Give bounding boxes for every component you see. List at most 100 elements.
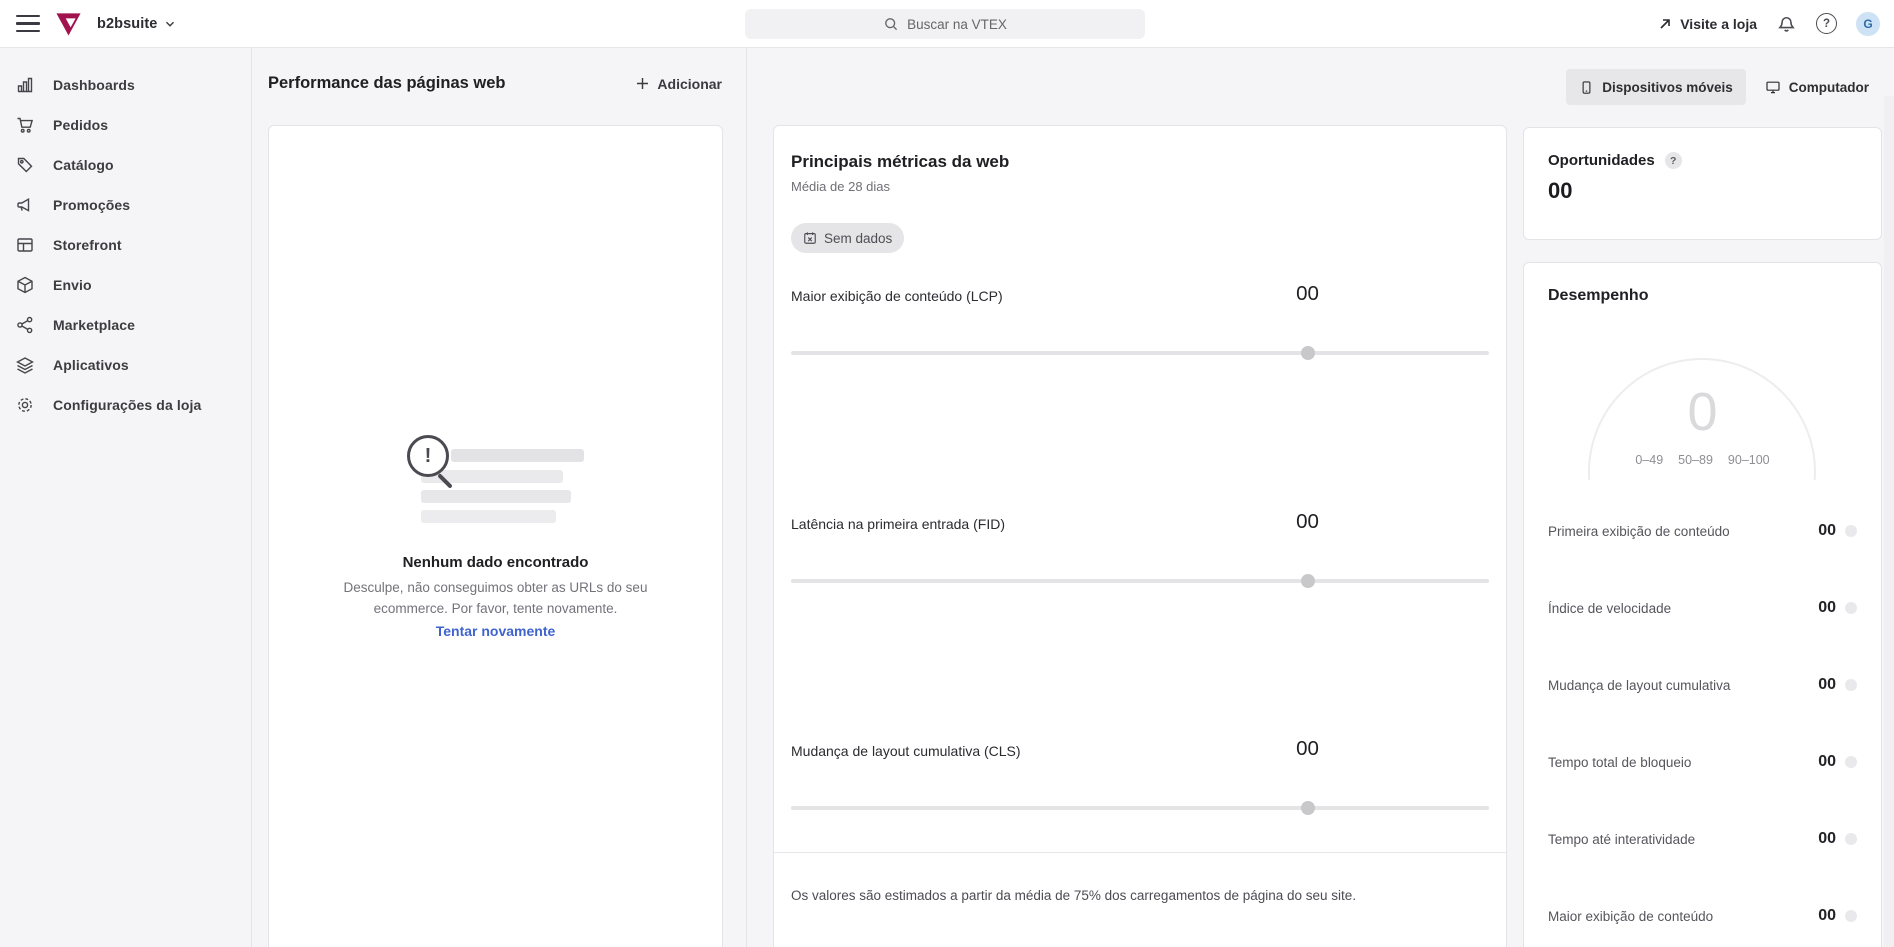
layout-icon — [15, 235, 35, 255]
gauge-value: 0 — [1687, 382, 1718, 442]
menu-icon[interactable] — [16, 14, 40, 33]
perf-row-lcp: Maior exibição de conteúdo 00 — [1548, 902, 1857, 930]
account-name: b2bsuite — [97, 15, 158, 32]
sidebar-item-label: Marketplace — [53, 317, 136, 333]
status-dot-icon — [1845, 910, 1857, 922]
empty-state-card: ! Nenhum dado encontrado Desculpe, não c… — [268, 125, 723, 947]
sidebar-item-pedidos[interactable]: Pedidos — [0, 105, 251, 145]
panel-title: Performance das páginas web — [268, 74, 506, 92]
sidebar-item-catalogo[interactable]: Catálogo — [0, 145, 251, 185]
perf-row-cls: Mudança de layout cumulativa 00 — [1548, 671, 1857, 699]
metric-label: Maior exibição de conteúdo (LCP) — [791, 288, 1003, 304]
sidebar-item-dashboards[interactable]: Dashboards — [0, 65, 251, 105]
card-title: Oportunidades — [1548, 152, 1655, 169]
divider — [774, 852, 1506, 853]
slider-handle[interactable] — [1300, 801, 1315, 815]
box-icon — [15, 275, 35, 295]
visit-store-label: Visite a loja — [1680, 15, 1757, 32]
visit-store-link[interactable]: Visite a loja — [1657, 16, 1757, 32]
status-dot-icon — [1845, 525, 1857, 537]
chevron-down-icon — [163, 17, 177, 31]
empty-state-title: Nenhum dado encontrado — [402, 554, 589, 571]
tag-icon — [15, 155, 35, 175]
metric-lcp: Maior exibição de conteúdo (LCP) 00 — [791, 282, 1489, 384]
status-dot-icon — [1845, 833, 1857, 845]
legend-range-high: 90–100 — [1727, 453, 1770, 467]
sidebar-item-label: Promoções — [53, 197, 131, 213]
metric-slider — [791, 801, 1489, 815]
slider-handle[interactable] — [1300, 574, 1315, 588]
avatar[interactable]: G — [1856, 11, 1880, 36]
card-subtitle: Média de 28 dias — [791, 179, 891, 194]
megaphone-icon — [15, 195, 35, 215]
help-icon[interactable]: ? — [1664, 152, 1682, 169]
gear-icon — [15, 395, 35, 415]
legend-range-mid: 50–89 — [1678, 453, 1713, 467]
empty-state-description: Desculpe, não conseguimos obter as URLs … — [343, 580, 648, 616]
calendar-x-icon — [803, 231, 817, 245]
search-placeholder: Buscar na VTEX — [907, 16, 1007, 32]
perf-row-speed-index: Índice de velocidade 00 — [1548, 594, 1857, 622]
metric-label: Latência na primeira entrada (FID) — [791, 516, 1005, 532]
slider-track — [791, 806, 1489, 810]
metric-cls: Mudança de layout cumulativa (CLS) 00 — [791, 737, 1489, 839]
no-data-illustration: ! — [401, 431, 596, 527]
share-icon — [15, 315, 35, 335]
sidebar-item-label: Configurações da loja — [53, 397, 202, 413]
metric-slider — [791, 574, 1489, 588]
toggle-desktop-button[interactable]: Computador — [1752, 69, 1882, 105]
metric-value: 00 — [1296, 510, 1319, 533]
metric-value: 00 — [1296, 282, 1319, 305]
plus-icon — [634, 75, 651, 92]
bar-chart-icon — [15, 75, 35, 95]
arrow-up-right-icon — [1657, 16, 1673, 32]
status-dot-icon — [1845, 756, 1857, 768]
no-data-badge: Sem dados — [791, 223, 905, 253]
card-title: Desempenho — [1548, 287, 1649, 304]
sidebar-item-configuracoes[interactable]: Configurações da loja — [0, 385, 251, 425]
sidebar-item-label: Catálogo — [53, 157, 114, 173]
retry-link[interactable]: Tentar novamente — [269, 623, 722, 639]
help-icon[interactable]: ? — [1816, 13, 1837, 34]
cart-icon — [15, 115, 35, 135]
toggle-mobile-button[interactable]: Dispositivos móveis — [1566, 69, 1746, 105]
perf-row-fcp: Primeira exibição de conteúdo 00 — [1548, 517, 1857, 545]
sidebar-item-label: Envio — [53, 277, 92, 293]
slider-track — [791, 351, 1489, 355]
metric-fid: Latência na primeira entrada (FID) 00 — [791, 510, 1489, 612]
main-content: Dispositivos móveis Computador Principai… — [748, 48, 1894, 947]
sidebar-item-promocoes[interactable]: Promoções — [0, 185, 251, 225]
search-input[interactable]: Buscar na VTEX — [745, 9, 1145, 39]
performance-card: Desempenho 0 0–49 50–89 90–100 Primeira … — [1523, 262, 1882, 947]
account-switcher[interactable]: b2bsuite — [97, 16, 177, 32]
legend-range-low: 0–49 — [1635, 453, 1664, 467]
sidebar-item-marketplace[interactable]: Marketplace — [0, 305, 251, 345]
sidebar-item-label: Pedidos — [53, 117, 109, 133]
slider-track — [791, 579, 1489, 583]
sidebar-item-label: Dashboards — [53, 77, 135, 93]
gauge-legend: 0–49 50–89 90–100 — [1524, 453, 1881, 467]
metric-value: 00 — [1296, 737, 1319, 760]
layers-icon — [15, 355, 35, 375]
mobile-phone-icon — [1579, 80, 1594, 95]
scrollbar-track[interactable] — [1884, 96, 1894, 947]
sidebar-item-envio[interactable]: Envio — [0, 265, 251, 305]
perf-row-tti: Tempo até interatividade 00 — [1548, 825, 1857, 853]
desktop-monitor-icon — [1765, 79, 1781, 95]
opportunities-card: Oportunidades ? 00 — [1523, 127, 1882, 240]
vtex-logo[interactable] — [55, 10, 82, 37]
status-dot-icon — [1845, 602, 1857, 614]
status-dot-icon — [1845, 679, 1857, 691]
sidebar-item-label: Aplicativos — [53, 357, 129, 373]
sidebar-item-label: Storefront — [53, 237, 122, 253]
slider-handle[interactable] — [1300, 346, 1315, 360]
card-footnote: Os valores são estimados a partir da méd… — [791, 888, 1357, 903]
sidebar-item-aplicativos[interactable]: Aplicativos — [0, 345, 251, 385]
notifications-bell-icon[interactable] — [1776, 13, 1797, 34]
opportunities-value: 00 — [1548, 178, 1573, 203]
add-page-button[interactable]: Adicionar — [634, 75, 722, 92]
web-vitals-card: Principais métricas da web Média de 28 d… — [773, 125, 1507, 947]
perf-row-tbt: Tempo total de bloqueio 00 — [1548, 748, 1857, 776]
sidebar-item-storefront[interactable]: Storefront — [0, 225, 251, 265]
metric-label: Mudança de layout cumulativa (CLS) — [791, 743, 1021, 759]
